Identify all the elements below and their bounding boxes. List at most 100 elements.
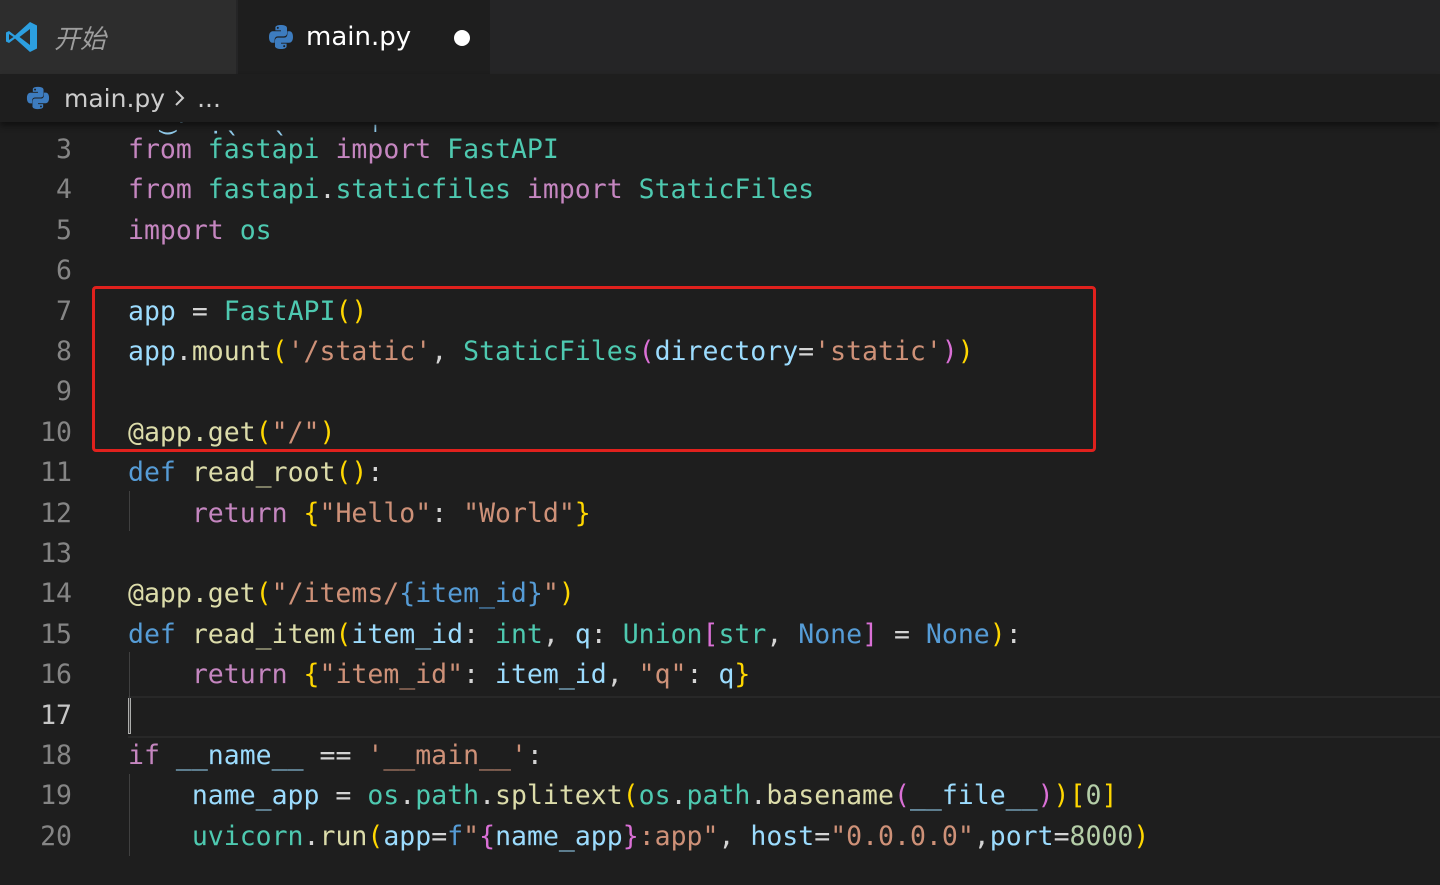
code-line[interactable]: 17 [0,695,1440,738]
code-token: "item_id" [319,659,464,691]
code-token: if [128,740,160,771]
line-number: 14 [40,578,72,610]
python-file-icon [268,24,294,50]
code-token: } [734,659,751,691]
line-number: 10 [40,416,72,448]
code-token: "Hello" [319,497,432,529]
code-line[interactable]: 11 def read_root(): [0,453,1440,493]
code-line[interactable]: 13 [0,534,1440,574]
code-token: ) [1053,780,1070,812]
code-token: uvicorn [191,820,304,852]
code-line[interactable]: 16 return {"item_id": item_id, "q": q} [0,655,1440,695]
code-token: : [463,659,496,691]
line-number: 12 [40,497,72,529]
code-token: = [878,618,926,650]
code-token: 8000 [1069,820,1134,852]
code-line[interactable]: 15 def read_item(item_id: int, q: Union[s… [0,615,1440,655]
code-token: basename [766,780,894,812]
code-token: . [750,780,767,812]
code-token: : [526,740,543,771]
unsaved-dot-icon[interactable] [454,30,470,46]
code-editor[interactable]: ‿ʸ ̣ ˎ ˎ ˌ 3from fastapi import FastAPI4… [0,122,1440,885]
code-token: import [335,134,432,165]
code-token: . [303,820,320,852]
code-token: ( [367,820,384,852]
code-token: "q" [638,659,687,691]
code-line[interactable]: 14 @app.get("/items/{item_id}") [0,574,1440,614]
indent-guide [129,652,130,733]
code-line[interactable]: 4 from fastapi.staticfiles import StaticF… [0,170,1440,210]
code-token: } [622,820,639,852]
code-token: str [718,618,767,650]
code-token: ) [989,618,1006,650]
line-number: 8 [56,336,72,367]
code-token: fastapi [207,174,320,206]
code-line[interactable]: 18 if __name__ == '__main__': [0,736,1440,776]
code-text: return {"Hello": "World"} [128,494,591,534]
code-token: ( [255,578,272,610]
code-token: ) [558,578,575,610]
breadcrumb-more[interactable]: ... [197,84,221,113]
code-token: q [574,618,591,650]
code-line[interactable]: 20 uvicorn.run(app=f"{name_app}:app", ho… [0,817,1440,857]
code-token: : [590,618,623,650]
code-token: staticfiles [335,174,511,206]
tab-main-py[interactable]: main.py [238,0,490,74]
line-number: 3 [56,134,72,165]
code-token: : [431,497,464,529]
code-token: def [128,618,176,650]
code-text: import os [128,211,272,251]
line-number: 13 [40,538,72,569]
code-line[interactable]: 3 from fastapi import FastAPI [0,130,1440,170]
code-token: ) [1037,780,1054,812]
code-token: , [718,820,751,852]
code-token: '__main__' [367,740,527,771]
code-token: host [750,820,815,852]
code-token: = [814,820,831,852]
code-token: name_app [495,820,623,852]
code-token: f [447,820,464,852]
code-line[interactable]: 19 name_app = os.path.splitext(os.path.b… [0,776,1440,816]
code-token: int [495,618,543,650]
code-token: } [574,497,591,529]
line-number: 20 [40,820,72,852]
code-token: def [128,457,176,489]
line-number: 11 [40,457,72,489]
code-token: : [686,659,719,691]
code-token: , [973,820,990,852]
annotation-highlight-box [92,286,1096,452]
code-token: None [925,618,990,650]
code-token: path [686,780,751,812]
indent-guide [129,491,130,531]
python-file-icon [26,86,50,110]
line-number: 4 [56,174,72,206]
code-text: @app.get("/items/{item_id}") [128,574,575,614]
code-text: name_app = os.path.splitext(os.path.base… [128,776,1118,816]
code-token: from [128,174,192,206]
code-token: import [526,174,623,206]
code-token: ( [622,780,639,812]
code-token: import [128,214,224,246]
code-line[interactable]: 5 import os [0,211,1440,251]
code-token: . [399,780,416,812]
code-token: run [319,820,368,852]
code-token: __name__ [175,740,304,771]
code-token: read_root [191,457,336,489]
code-token: = [1053,820,1070,852]
code-token: " [542,578,559,610]
code-token: q [718,659,735,691]
code-line[interactable]: 12 return {"Hello": "World"} [0,494,1440,534]
tab-welcome[interactable]: 开始 [0,0,236,74]
code-token: "0.0.0.0" [830,820,974,852]
breadcrumb-file[interactable]: main.py [64,84,165,113]
code-token: read_item [191,618,336,650]
code-text: from fastapi import FastAPI [128,130,559,170]
